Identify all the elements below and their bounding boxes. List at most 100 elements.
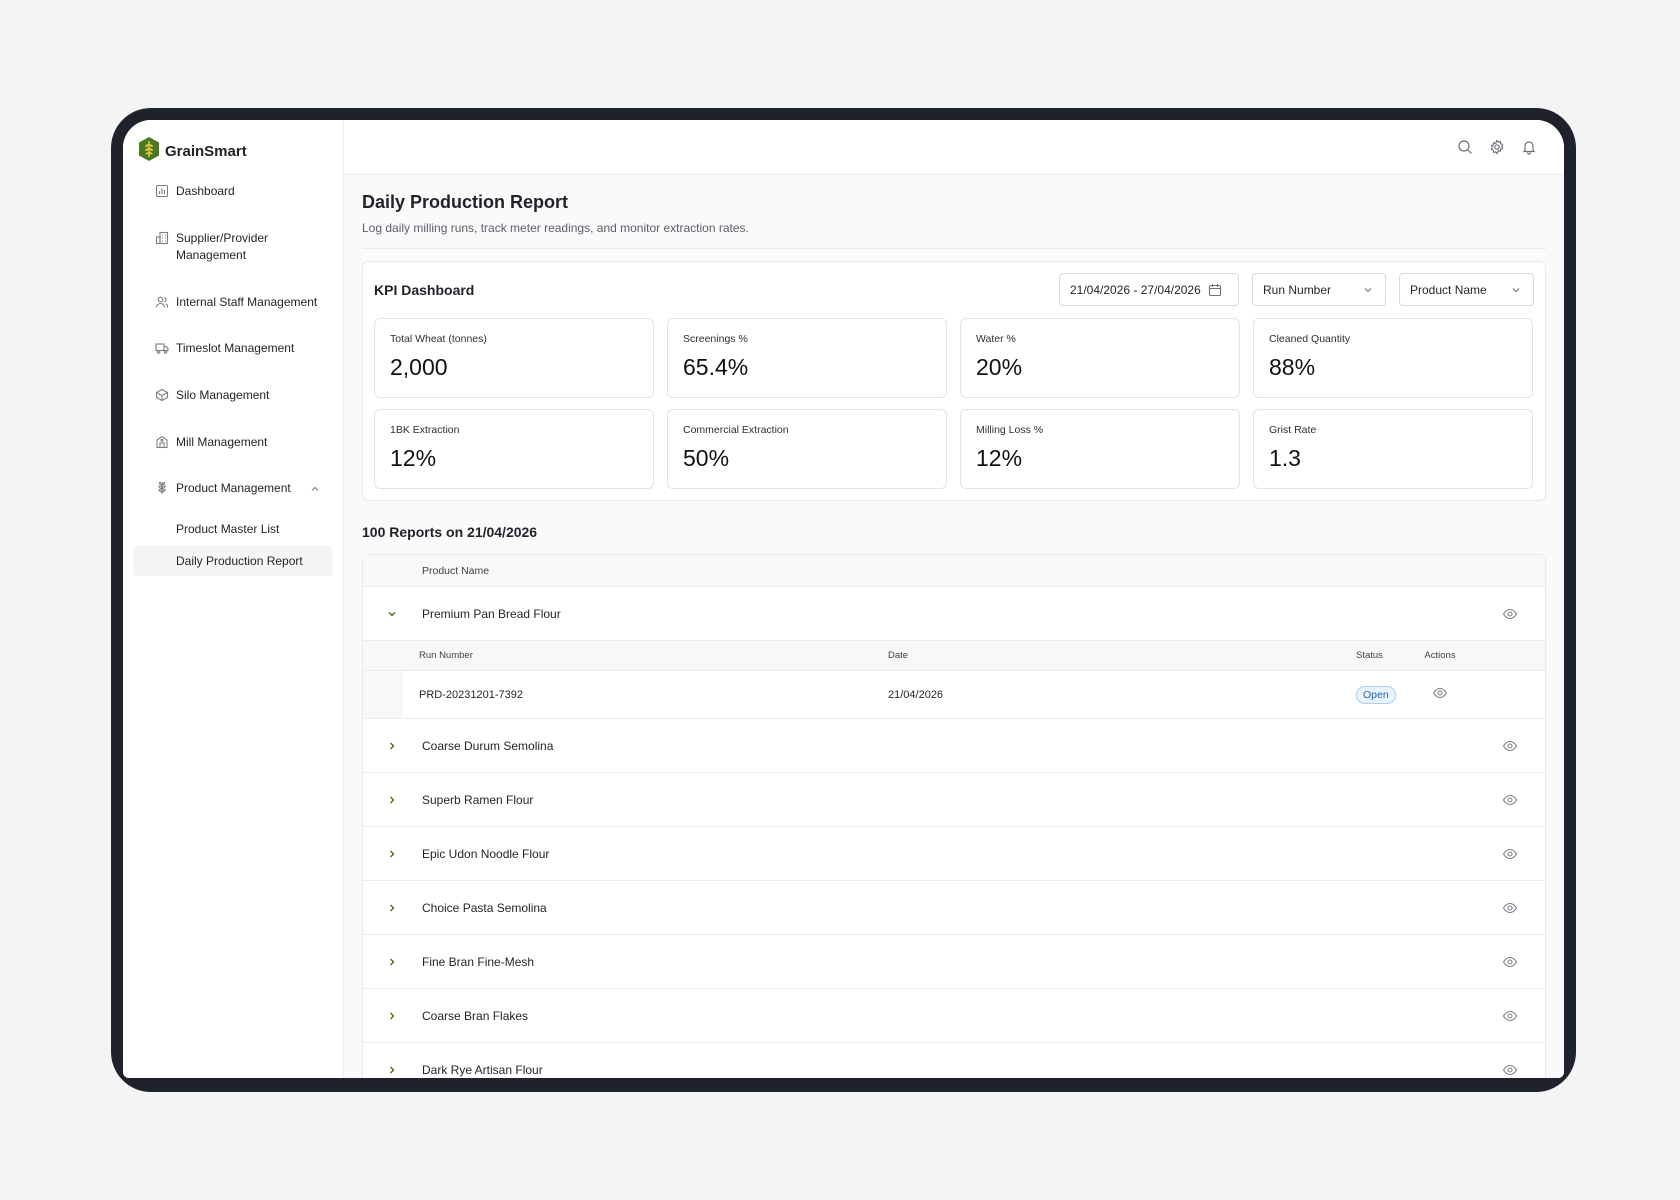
kpi-label: Grist Rate (1269, 424, 1317, 436)
gear-icon[interactable] (1489, 139, 1505, 155)
product-name-select[interactable]: Product Name (1399, 273, 1534, 306)
chevron-down-icon (1509, 283, 1523, 297)
chevron-right-icon[interactable] (372, 942, 412, 982)
page-content: Daily Production Report Log daily millin… (344, 192, 1564, 1078)
mill-icon (154, 434, 170, 450)
kpi-grid: Total Wheat (tonnes) 2,000 Screenings % … (374, 318, 1534, 489)
product-name: Choice Pasta Semolina (422, 900, 547, 915)
device-frame: GrainSmart Dashboard Supplier/Provider M… (111, 108, 1576, 1092)
kpi-value: 65.4% (683, 354, 749, 380)
chevron-right-icon[interactable] (372, 1050, 412, 1079)
date-range-value: 21/04/2026 - 27/04/2026 (1070, 282, 1201, 297)
product-name: Premium Pan Bread Flour (422, 606, 561, 621)
run-number: PRD-20231201-7392 (419, 688, 523, 701)
truck-icon (154, 340, 170, 356)
run-number-select[interactable]: Run Number (1252, 273, 1386, 306)
kpi-value: 50% (683, 445, 730, 471)
sidebar-nav: Dashboard Supplier/Provider Management I… (123, 176, 343, 576)
kpi-water: Water % 20% (960, 318, 1240, 398)
page-subtitle: Log daily milling runs, track meter read… (362, 221, 749, 235)
kpi-label: Total Wheat (tonnes) (390, 333, 487, 345)
search-icon[interactable] (1457, 139, 1473, 155)
chevron-right-icon[interactable] (372, 996, 412, 1036)
kpi-label: 1BK Extraction (390, 424, 460, 436)
kpi-value: 1.3 (1269, 445, 1301, 471)
sidebar-item-label: Dashboard (176, 184, 235, 198)
table-row[interactable]: Epic Udon Noodle Flour (363, 827, 1545, 881)
sidebar-item-label: Timeslot Management (176, 341, 295, 356)
building-icon (154, 230, 170, 246)
table-row[interactable]: Choice Pasta Semolina (363, 881, 1545, 935)
sidebar-item-product-management[interactable]: Product Management (133, 473, 333, 505)
eye-icon[interactable] (1502, 846, 1518, 862)
kpi-1bk-extraction: 1BK Extraction 12% (374, 409, 654, 489)
row-actions (1418, 685, 1462, 704)
main-content: Daily Production Report Log daily millin… (344, 120, 1564, 1078)
reports-table: Product Name Premium Pan Bread Flour Run… (362, 554, 1546, 1078)
eye-icon[interactable] (1502, 1062, 1518, 1078)
table-row[interactable]: Fine Bran Fine-Mesh (363, 935, 1545, 989)
column-header-status: Status (1356, 650, 1383, 661)
product-name: Fine Bran Fine-Mesh (422, 954, 535, 969)
eye-icon[interactable] (1502, 738, 1518, 754)
chevron-right-icon[interactable] (372, 888, 412, 928)
kpi-value: 88% (1269, 354, 1316, 380)
table-row[interactable]: Superb Ramen Flour (363, 773, 1545, 827)
eye-icon[interactable] (1502, 606, 1518, 622)
eye-icon[interactable] (1432, 685, 1448, 701)
kpi-label: Water % (976, 333, 1016, 345)
sidebar-item-mill[interactable]: Mill Management (133, 427, 333, 459)
table-header: Product Name (363, 555, 1545, 587)
sidebar-subitem-product-master-list[interactable]: Product Master List (133, 514, 333, 544)
sidebar-item-silo[interactable]: Silo Management (133, 380, 333, 412)
brand[interactable]: GrainSmart (138, 135, 343, 167)
eye-icon[interactable] (1502, 900, 1518, 916)
chevron-down-icon[interactable] (372, 594, 412, 634)
table-row[interactable]: Coarse Durum Semolina (363, 719, 1545, 773)
eye-icon[interactable] (1502, 1008, 1518, 1024)
kpi-label: Screenings % (683, 333, 748, 345)
sidebar-item-label: Product Management (176, 481, 291, 496)
eye-icon[interactable] (1502, 954, 1518, 970)
kpi-screenings: Screenings % 65.4% (667, 318, 947, 398)
chevron-right-icon[interactable] (372, 834, 412, 874)
chevron-right-icon[interactable] (372, 726, 412, 766)
topbar (344, 120, 1564, 175)
column-header-product-name: Product Name (422, 564, 490, 577)
sidebar-item-timeslot[interactable]: Timeslot Management (133, 333, 333, 365)
sidebar-subitem-daily-production-report[interactable]: Daily Production Report (133, 545, 333, 576)
calendar-icon (1208, 283, 1222, 297)
subtable-header: Run Number Date Status Actions (363, 641, 1545, 671)
chevron-up-icon[interactable] (308, 482, 322, 496)
kpi-value: 12% (390, 445, 437, 471)
divider (362, 248, 1546, 249)
kpi-label: Cleaned Quantity (1269, 333, 1351, 345)
grainsmart-logo-icon (138, 136, 160, 167)
table-row[interactable]: Coarse Bran Flakes (363, 989, 1545, 1043)
date-range-picker[interactable]: 21/04/2026 - 27/04/2026 (1059, 273, 1239, 306)
sidebar-item-staff[interactable]: Internal Staff Management (133, 287, 333, 319)
brand-name: GrainSmart (165, 142, 247, 160)
run-date: 21/04/2026 (888, 688, 944, 701)
table-row[interactable]: Premium Pan Bread Flour (363, 587, 1545, 641)
table-row[interactable]: Dark Rye Artisan Flour (363, 1043, 1545, 1078)
chevron-right-icon[interactable] (372, 780, 412, 820)
kpi-dashboard: KPI Dashboard 21/04/2026 - 27/04/2026 Ru… (362, 261, 1546, 501)
column-header-actions: Actions (1424, 650, 1456, 661)
subtable-row: PRD-20231201-7392 21/04/2026 Open (363, 671, 1545, 719)
page-title: Daily Production Report (362, 192, 569, 212)
column-header-date: Date (888, 650, 909, 661)
sidebar-item-label: Supplier/Provider Management (176, 230, 269, 263)
sidebar-item-supplier[interactable]: Supplier/Provider Management (133, 223, 333, 272)
bell-icon[interactable] (1521, 139, 1537, 155)
box-icon (154, 387, 170, 403)
product-name: Coarse Durum Semolina (422, 738, 554, 753)
product-name: Coarse Bran Flakes (422, 1008, 529, 1023)
eye-icon[interactable] (1502, 792, 1518, 808)
sidebar-item-label: Internal Staff Management (176, 294, 318, 309)
column-header-run-number: Run Number (419, 650, 473, 661)
product-name: Epic Udon Noodle Flour (422, 846, 550, 861)
sidebar-item-label: Mill Management (176, 434, 268, 449)
sidebar-item-dashboard[interactable]: Dashboard (133, 176, 333, 208)
app-screen: GrainSmart Dashboard Supplier/Provider M… (123, 120, 1564, 1078)
